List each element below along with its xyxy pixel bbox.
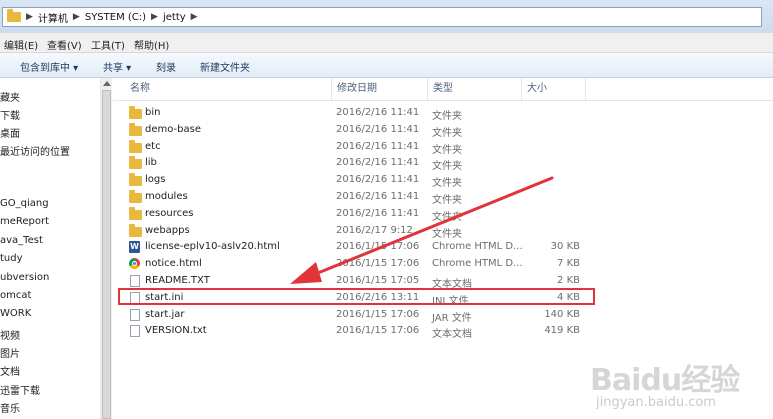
watermark-main: Baidu经验 [590, 363, 740, 398]
watermark-sub: jingyan.baidu.com [596, 395, 716, 410]
baidu-watermark: Baidu经验 jingyan.baidu.com [590, 355, 768, 415]
